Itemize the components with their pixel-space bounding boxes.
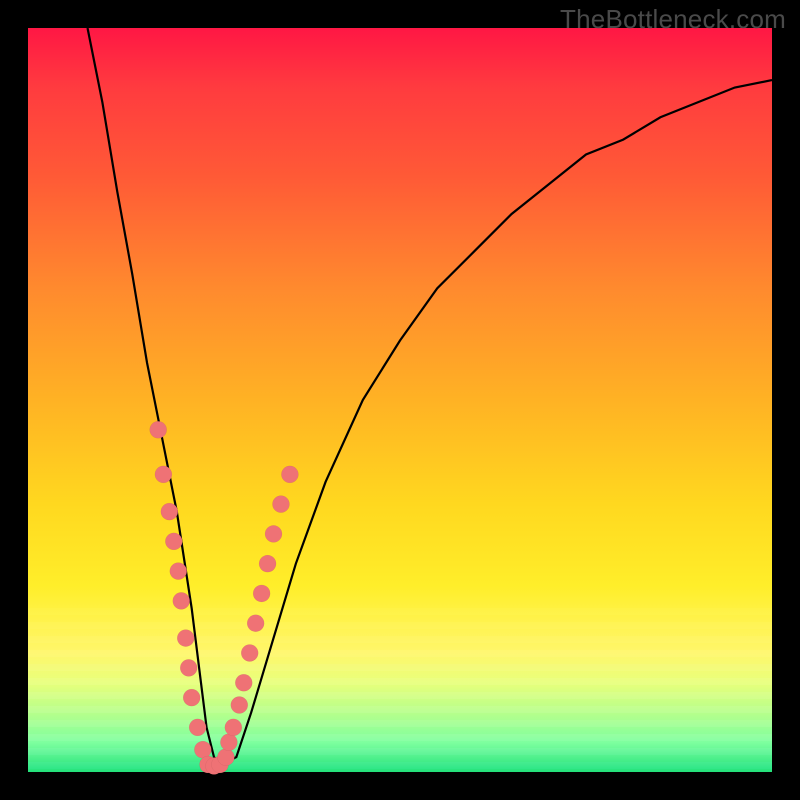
scatter-dot (220, 734, 237, 751)
scatter-dot (177, 630, 194, 647)
scatter-dot (161, 503, 178, 520)
chart-svg (28, 28, 772, 772)
scatter-dot (165, 533, 182, 550)
chart-frame: TheBottleneck.com (0, 0, 800, 800)
scatter-dot (247, 615, 264, 632)
scatter-dot (155, 466, 172, 483)
scatter-dot (194, 741, 211, 758)
scatter-dot (265, 525, 282, 542)
scatter-dot (150, 421, 167, 438)
scatter-dots (150, 421, 299, 774)
scatter-dot (231, 697, 248, 714)
bottleneck-curve (88, 28, 772, 765)
scatter-dot (272, 496, 289, 513)
scatter-dot (217, 749, 234, 766)
watermark-text: TheBottleneck.com (560, 4, 786, 35)
scatter-dot (253, 585, 270, 602)
plot-area (28, 28, 772, 772)
scatter-dot (173, 592, 190, 609)
scatter-dot (235, 674, 252, 691)
scatter-dot (170, 563, 187, 580)
scatter-dot (183, 689, 200, 706)
scatter-dot (259, 555, 276, 572)
scatter-dot (189, 719, 206, 736)
scatter-dot (180, 659, 197, 676)
scatter-dot (225, 719, 242, 736)
scatter-dot (281, 466, 298, 483)
scatter-dot (241, 644, 258, 661)
